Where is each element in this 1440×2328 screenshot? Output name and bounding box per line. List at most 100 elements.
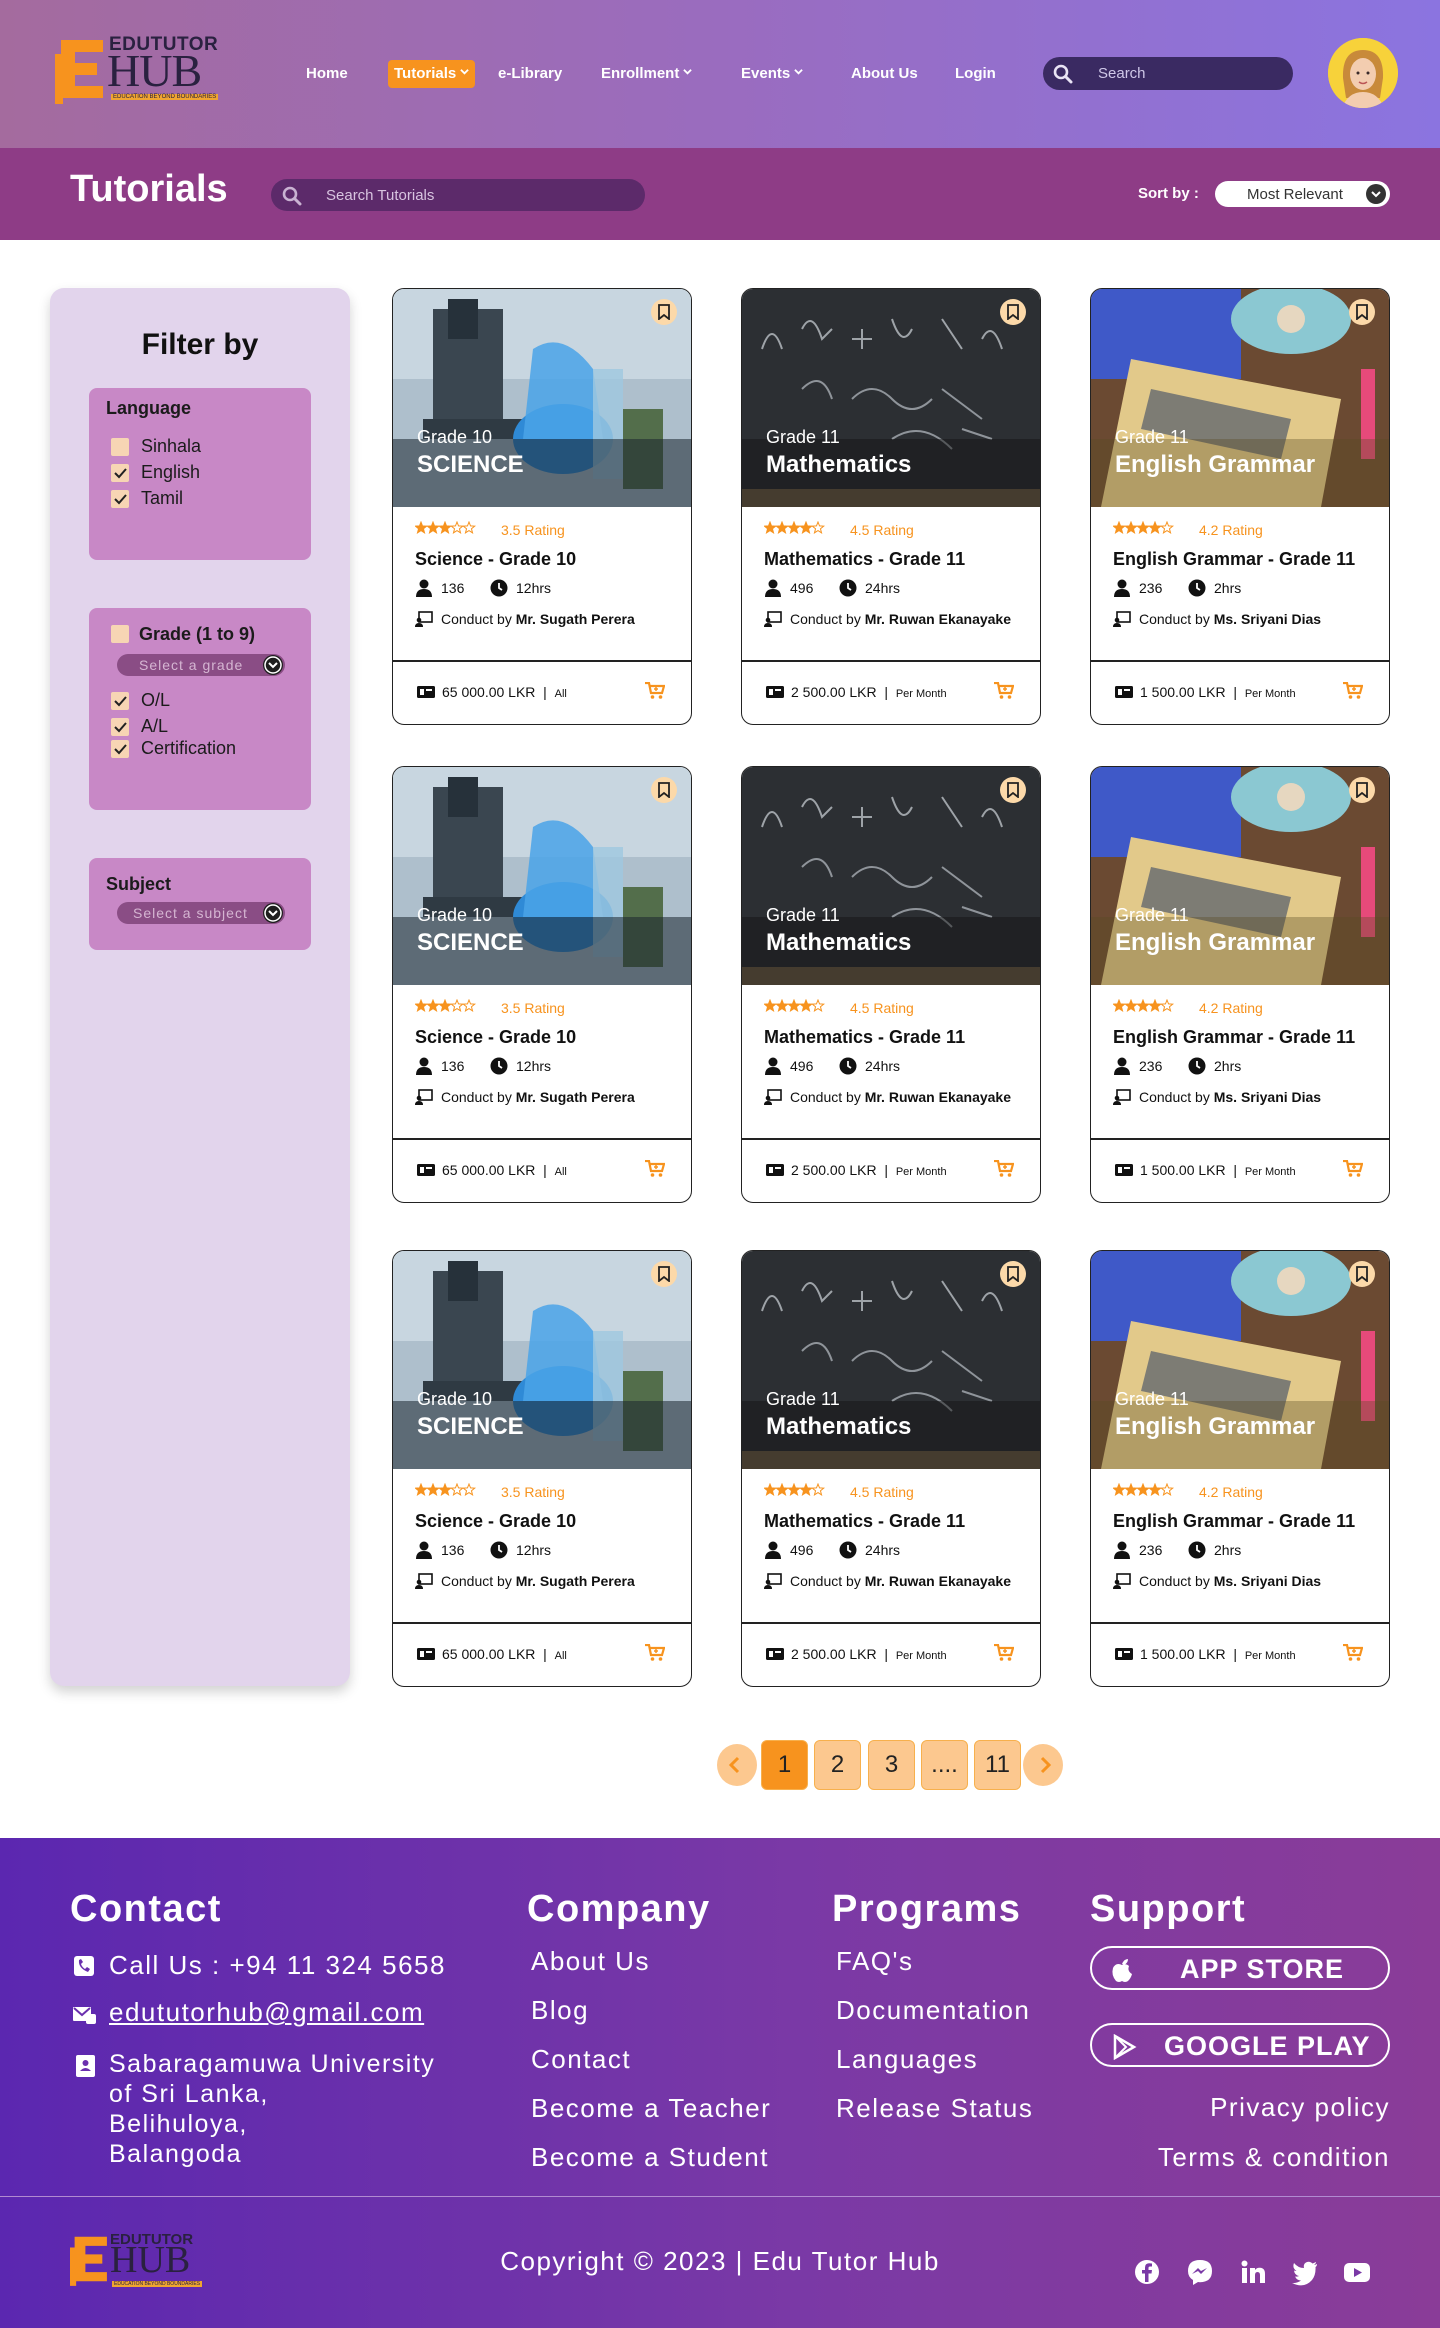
messenger-icon[interactable] [1186, 2258, 1214, 2286]
bookmark-button[interactable] [651, 1261, 677, 1287]
footer-company-link[interactable]: Blog [531, 1995, 589, 2026]
tutorial-search-input[interactable]: Search Tutorials [271, 179, 645, 211]
conduct-prefix: Conduct by [1139, 1089, 1210, 1105]
checkmark-icon [114, 494, 127, 505]
facebook-icon[interactable] [1133, 2258, 1161, 2286]
course-card[interactable]: Grade 11 Mathematics 4.5 Rating Mathematics… [741, 288, 1041, 725]
course-hours: 2hrs [1214, 1058, 1242, 1074]
grade-level-checkbox[interactable] [111, 718, 129, 736]
bookmark-button[interactable] [1000, 299, 1026, 325]
conduct-prefix: Conduct by [1139, 1573, 1210, 1589]
course-card[interactable]: Grade 10 SCIENCE 3.5 Rating Science - Grade… [392, 1250, 692, 1687]
footer-company-link[interactable]: Become a Student [531, 2142, 769, 2173]
course-title[interactable]: English Grammar - Grade 11 [1113, 549, 1355, 570]
linkedin-icon[interactable] [1239, 2258, 1267, 2286]
footer-program-link[interactable]: Documentation [836, 1995, 1030, 2026]
grade-level-checkbox[interactable] [111, 692, 129, 710]
header-search[interactable]: Search [1043, 57, 1293, 90]
nav-item-home[interactable]: Home [306, 60, 348, 88]
sort-select[interactable]: Most Relevant [1215, 181, 1390, 207]
course-period: Per Month [1244, 688, 1296, 700]
course-title[interactable]: Mathematics - Grade 11 [764, 1511, 965, 1532]
nav-item-e-library[interactable]: e-Library [498, 60, 562, 88]
footer-email[interactable]: edututorhub@gmail.com [109, 1997, 424, 2028]
add-to-cart-button[interactable] [994, 1643, 1015, 1667]
footer-program-link[interactable]: Languages [836, 2044, 978, 2075]
course-card[interactable]: Grade 11 English Grammar 4.2 Rating English… [1090, 288, 1390, 725]
google-play-button[interactable]: GOOGLE PLAY [1090, 2023, 1390, 2067]
course-title[interactable]: English Grammar - Grade 11 [1113, 1511, 1355, 1532]
footer-company-link[interactable]: About Us [531, 1946, 650, 1977]
course-title[interactable]: Mathematics - Grade 11 [764, 549, 965, 570]
bookmark-button[interactable] [1349, 777, 1375, 803]
footer-program-link[interactable]: FAQ's [836, 1946, 913, 1977]
page-button[interactable]: .... [921, 1740, 968, 1790]
add-to-cart-button[interactable] [645, 1643, 666, 1667]
bookmark-button[interactable] [651, 299, 677, 325]
page-button[interactable]: 1 [761, 1740, 808, 1790]
prev-page-button[interactable] [717, 1744, 757, 1786]
app-store-button[interactable]: APP STORE [1090, 1946, 1390, 1990]
bookmark-button[interactable] [1000, 777, 1026, 803]
course-title[interactable]: Science - Grade 10 [415, 549, 576, 570]
price-separator: | [876, 1646, 896, 1662]
twitter-icon[interactable] [1291, 2258, 1319, 2286]
grade-level-checkbox[interactable] [111, 740, 129, 758]
footer-program-link[interactable]: Release Status [836, 2093, 1033, 2124]
nav-item-tutorials[interactable]: Tutorials [388, 60, 476, 88]
youtube-icon[interactable] [1343, 2258, 1371, 2286]
nav-item-login[interactable]: Login [955, 60, 996, 88]
teacher-name: Ms. Sriyani Dias [1213, 611, 1322, 627]
add-to-cart-button[interactable] [994, 681, 1015, 705]
next-page-button[interactable] [1023, 1744, 1063, 1786]
footer-support-link[interactable]: Privacy policy [1210, 2092, 1390, 2123]
course-card[interactable]: Grade 11 English Grammar 4.2 Rating English… [1090, 766, 1390, 1203]
add-to-cart-button[interactable] [994, 1159, 1015, 1183]
price-separator: | [876, 1162, 896, 1178]
clock-icon [490, 1057, 508, 1075]
course-title[interactable]: Mathematics - Grade 11 [764, 1027, 965, 1048]
add-to-cart-button[interactable] [1343, 1159, 1364, 1183]
language-checkbox[interactable] [111, 490, 129, 508]
course-card[interactable]: Grade 11 English Grammar 4.2 Rating English… [1090, 1250, 1390, 1687]
footer-support-link[interactable]: Terms & condition [1158, 2142, 1390, 2173]
course-title[interactable]: Science - Grade 10 [415, 1511, 576, 1532]
subject-select[interactable]: Select a subject [117, 902, 285, 924]
page-button[interactable]: 3 [868, 1740, 915, 1790]
language-checkbox[interactable] [111, 464, 129, 482]
grade-checkbox[interactable] [111, 625, 129, 643]
bookmark-button[interactable] [1000, 1261, 1026, 1287]
add-to-cart-button[interactable] [1343, 681, 1364, 705]
add-to-cart-button[interactable] [1343, 1643, 1364, 1667]
course-card[interactable]: Grade 10 SCIENCE 3.5 Rating Science - Grade… [392, 766, 692, 1203]
footer-company-link[interactable]: Become a Teacher [531, 2093, 771, 2124]
language-checkbox[interactable] [111, 438, 129, 456]
bookmark-button[interactable] [1349, 1261, 1375, 1287]
course-teacher: Conduct by Ms. Sriyani Dias [1113, 1089, 1321, 1105]
page-button[interactable]: 11 [974, 1740, 1021, 1790]
footer-phone[interactable]: Call Us : +94 11 324 5658 [109, 1950, 446, 1981]
course-title[interactable]: English Grammar - Grade 11 [1113, 1027, 1355, 1048]
nav-item-label: Events [741, 65, 791, 82]
nav-item-about-us[interactable]: About Us [851, 60, 918, 88]
course-grade: Grade 11 [766, 905, 840, 925]
site-logo[interactable]: EDUTUTOR HUB EDUCATION BEYOND BOUNDARIES [55, 34, 220, 104]
course-card[interactable]: Grade 10 SCIENCE 3.5 Rating Science - Grade… [392, 288, 692, 725]
chevron-down-icon [263, 655, 283, 675]
user-avatar[interactable] [1328, 38, 1398, 108]
bookmark-button[interactable] [1349, 299, 1375, 325]
course-period: Per Month [895, 1650, 947, 1662]
course-card[interactable]: Grade 11 Mathematics 4.5 Rating Mathematics… [741, 1250, 1041, 1687]
nav-item-enrollment[interactable]: Enrollment [601, 60, 693, 88]
add-to-cart-button[interactable] [645, 681, 666, 705]
course-card[interactable]: Grade 11 Mathematics 4.5 Rating Mathematics… [741, 766, 1041, 1203]
nav-item-events[interactable]: Events [741, 60, 803, 88]
course-teacher: Conduct by Mr. Ruwan Ekanayake [764, 611, 1011, 627]
bookmark-button[interactable] [651, 777, 677, 803]
footer-company-link[interactable]: Contact [531, 2044, 631, 2075]
add-to-cart-button[interactable] [645, 1159, 666, 1183]
grade-select[interactable]: Select a grade [117, 654, 285, 676]
course-title[interactable]: Science - Grade 10 [415, 1027, 576, 1048]
page-button[interactable]: 2 [814, 1740, 861, 1790]
rating-stars [764, 999, 826, 1012]
